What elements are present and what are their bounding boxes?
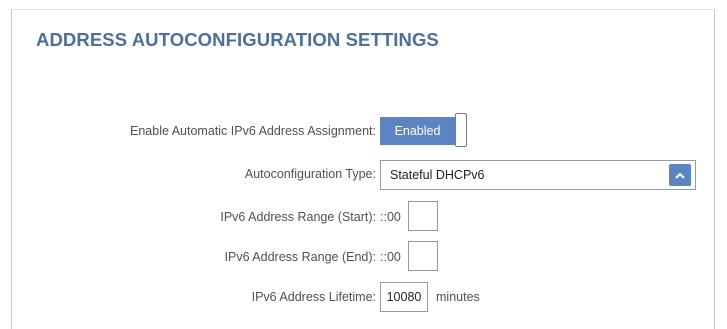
autoconfig-type-select[interactable]: Stateful DHCPv6 [380, 160, 696, 190]
auto-assign-label: Enable Automatic IPv6 Address Assignment… [130, 124, 376, 138]
autoconfig-type-row: Autoconfiguration Type: Stateful DHCPv6 [12, 160, 714, 190]
lifetime-input[interactable] [380, 282, 428, 312]
lifetime-unit: minutes [436, 290, 480, 304]
range-start-row: IPv6 Address Range (Start): ::00 [12, 201, 714, 231]
range-start-prefix: ::00 [380, 210, 401, 224]
chevron-up-icon[interactable] [669, 164, 691, 186]
range-end-input[interactable] [408, 241, 438, 271]
lifetime-row: IPv6 Address Lifetime: minutes [12, 282, 714, 312]
autoconfig-type-label: Autoconfiguration Type: [244, 167, 376, 181]
range-start-input[interactable] [408, 201, 438, 231]
settings-panel: ADDRESS AUTOCONFIGURATION SETTINGS Enabl… [11, 9, 715, 329]
section-title: ADDRESS AUTOCONFIGURATION SETTINGS [36, 29, 439, 50]
range-end-label: IPv6 Address Range (End): [224, 250, 376, 264]
autoconfig-type-value: Stateful DHCPv6 [390, 168, 485, 182]
toggle-state-text: Enabled [380, 117, 455, 145]
range-end-row: IPv6 Address Range (End): ::00 [12, 241, 714, 271]
auto-assign-row: Enable Automatic IPv6 Address Assignment… [12, 112, 714, 147]
auto-assign-toggle[interactable]: Enabled [380, 112, 469, 147]
lifetime-label: IPv6 Address Lifetime: [251, 290, 376, 304]
range-start-label: IPv6 Address Range (Start): [220, 210, 376, 224]
range-end-prefix: ::00 [380, 250, 401, 264]
toggle-knob[interactable] [455, 112, 467, 147]
